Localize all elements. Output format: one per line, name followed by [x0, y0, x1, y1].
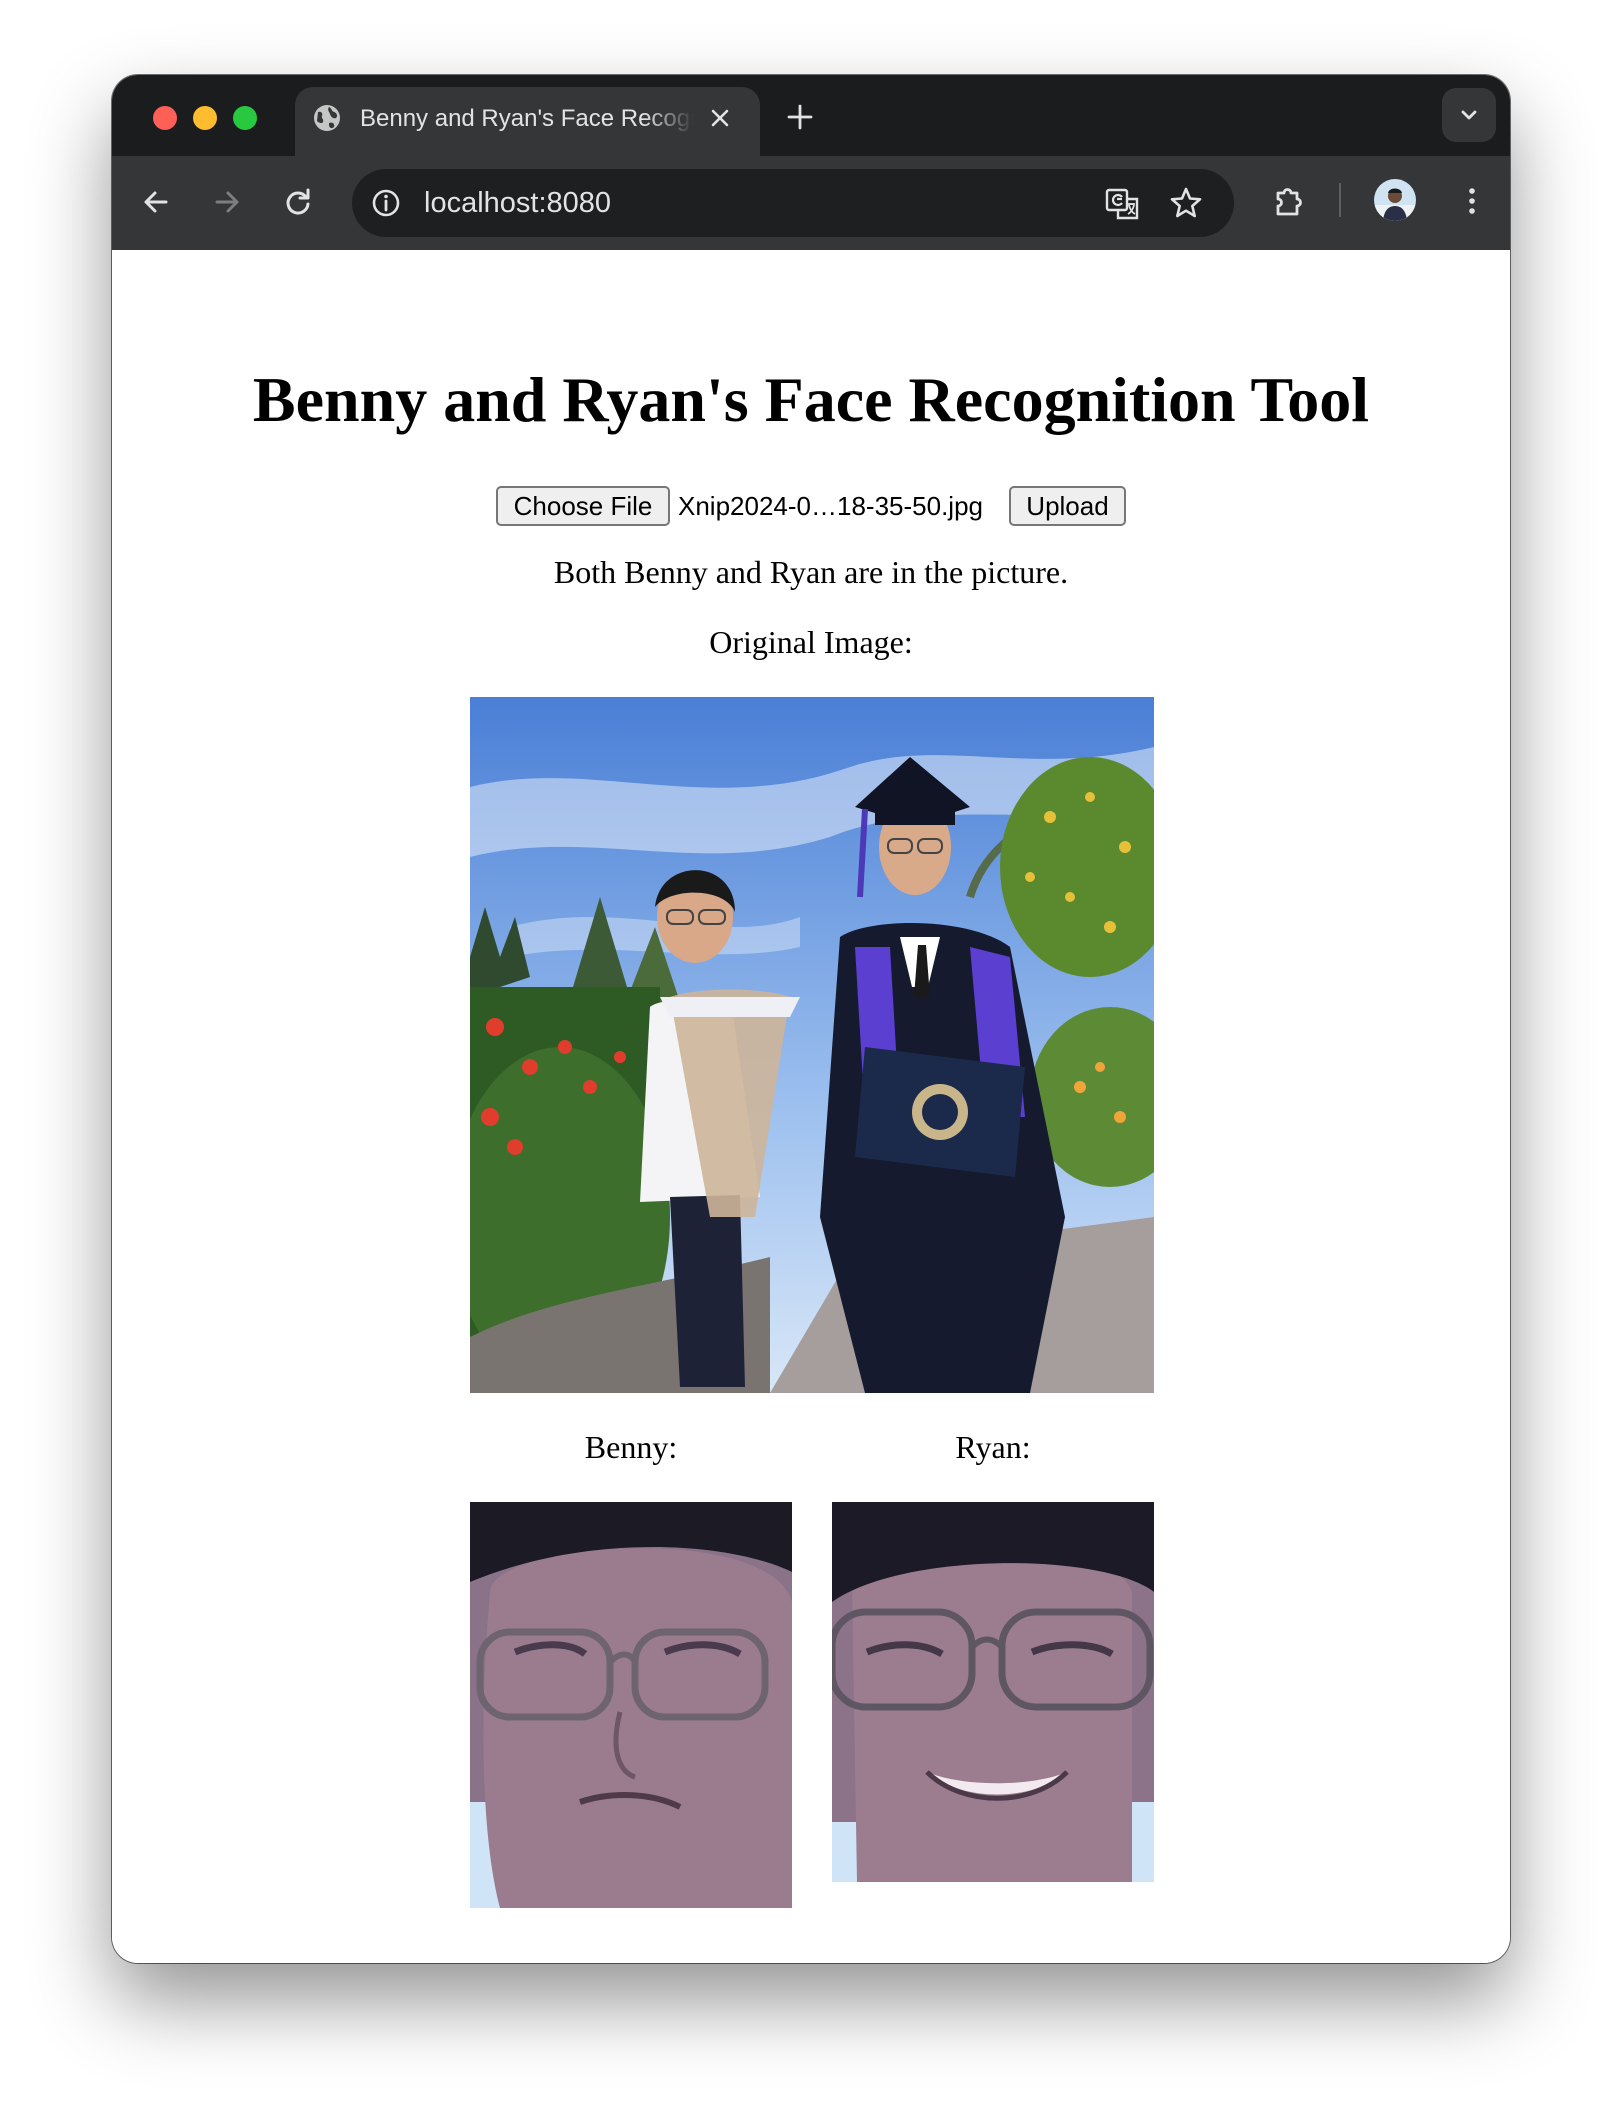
plus-icon[interactable] — [785, 102, 815, 132]
star-icon[interactable] — [1168, 185, 1204, 221]
avatar[interactable] — [1374, 179, 1416, 221]
recognition-result: Both Benny and Ryan are in the picture. — [553, 554, 1069, 590]
puzzle-icon[interactable] — [1270, 181, 1310, 221]
choose-file-button[interactable]: Choose File — [496, 486, 670, 526]
page-content: Benny and Ryan's Face Recognition Tool C… — [112, 250, 1510, 1963]
browser-window: Benny and Ryan's Face Recognition Tool — [112, 75, 1510, 1963]
tab-active[interactable]: Benny and Ryan's Face Recognition Tool — [295, 87, 760, 156]
benny-label: Benny: — [584, 1429, 678, 1465]
info-icon[interactable] — [370, 187, 402, 219]
upload-form: Choose File Xnip2024-0…18-35-50.jpg Uplo… — [112, 486, 1510, 530]
close-icon[interactable] — [707, 105, 733, 131]
selected-file-name: Xnip2024-0…18-35-50.jpg — [678, 491, 983, 521]
toolbar-separator — [1339, 183, 1341, 217]
maximize-window-button[interactable] — [233, 106, 257, 130]
kebab-menu-icon[interactable] — [1452, 181, 1492, 221]
chevron-down-icon — [1461, 110, 1477, 120]
ryan-label: Ryan: — [955, 1429, 1031, 1465]
url-text[interactable]: localhost:8080 — [424, 185, 611, 221]
upload-button[interactable]: Upload — [1009, 486, 1126, 526]
ryan-face-image — [832, 1502, 1154, 1882]
translate-icon[interactable] — [1104, 186, 1140, 222]
tab-strip: Benny and Ryan's Face Recognition Tool — [112, 75, 1510, 156]
benny-face-image — [470, 1502, 792, 1908]
original-image-label: Original Image: — [709, 624, 913, 660]
tab-search-button[interactable] — [1442, 88, 1496, 142]
arrow-left-icon[interactable] — [136, 182, 176, 222]
arrow-right-icon[interactable] — [207, 182, 247, 222]
page-title: Benny and Ryan's Face Recognition Tool — [252, 364, 1370, 435]
globe-icon — [314, 105, 340, 131]
address-bar[interactable]: localhost:8080 — [352, 169, 1234, 237]
minimize-window-button[interactable] — [193, 106, 217, 130]
reload-icon[interactable] — [278, 182, 318, 222]
original-image — [470, 697, 1154, 1393]
close-window-button[interactable] — [153, 106, 177, 130]
tab-title: Benny and Ryan's Face Recognition Tool — [360, 105, 694, 132]
